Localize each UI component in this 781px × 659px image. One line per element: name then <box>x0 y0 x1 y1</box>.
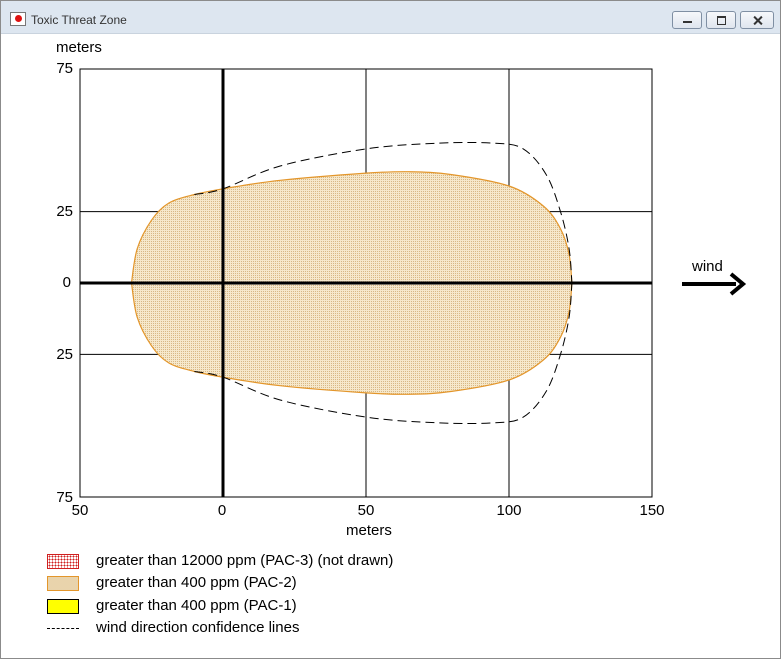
wind-label: wind <box>692 258 723 275</box>
legend-pac2-label: greater than 400 ppm (PAC-2) <box>96 574 297 591</box>
pac1-swatch <box>47 599 79 614</box>
legend-pac3-label: greater than 12000 ppm (PAC-3) (not draw… <box>96 552 394 569</box>
threat-zone-window: Toxic Threat Zone meters meters 75 25 0 … <box>0 0 781 659</box>
confidence-line-swatch <box>47 628 79 629</box>
wind-arrow-icon <box>682 272 747 296</box>
pac3-swatch <box>47 554 79 569</box>
pac2-swatch <box>47 576 79 591</box>
legend-pac1-label: greater than 400 ppm (PAC-1) <box>96 597 297 614</box>
legend-confidence-label: wind direction confidence lines <box>96 619 300 636</box>
